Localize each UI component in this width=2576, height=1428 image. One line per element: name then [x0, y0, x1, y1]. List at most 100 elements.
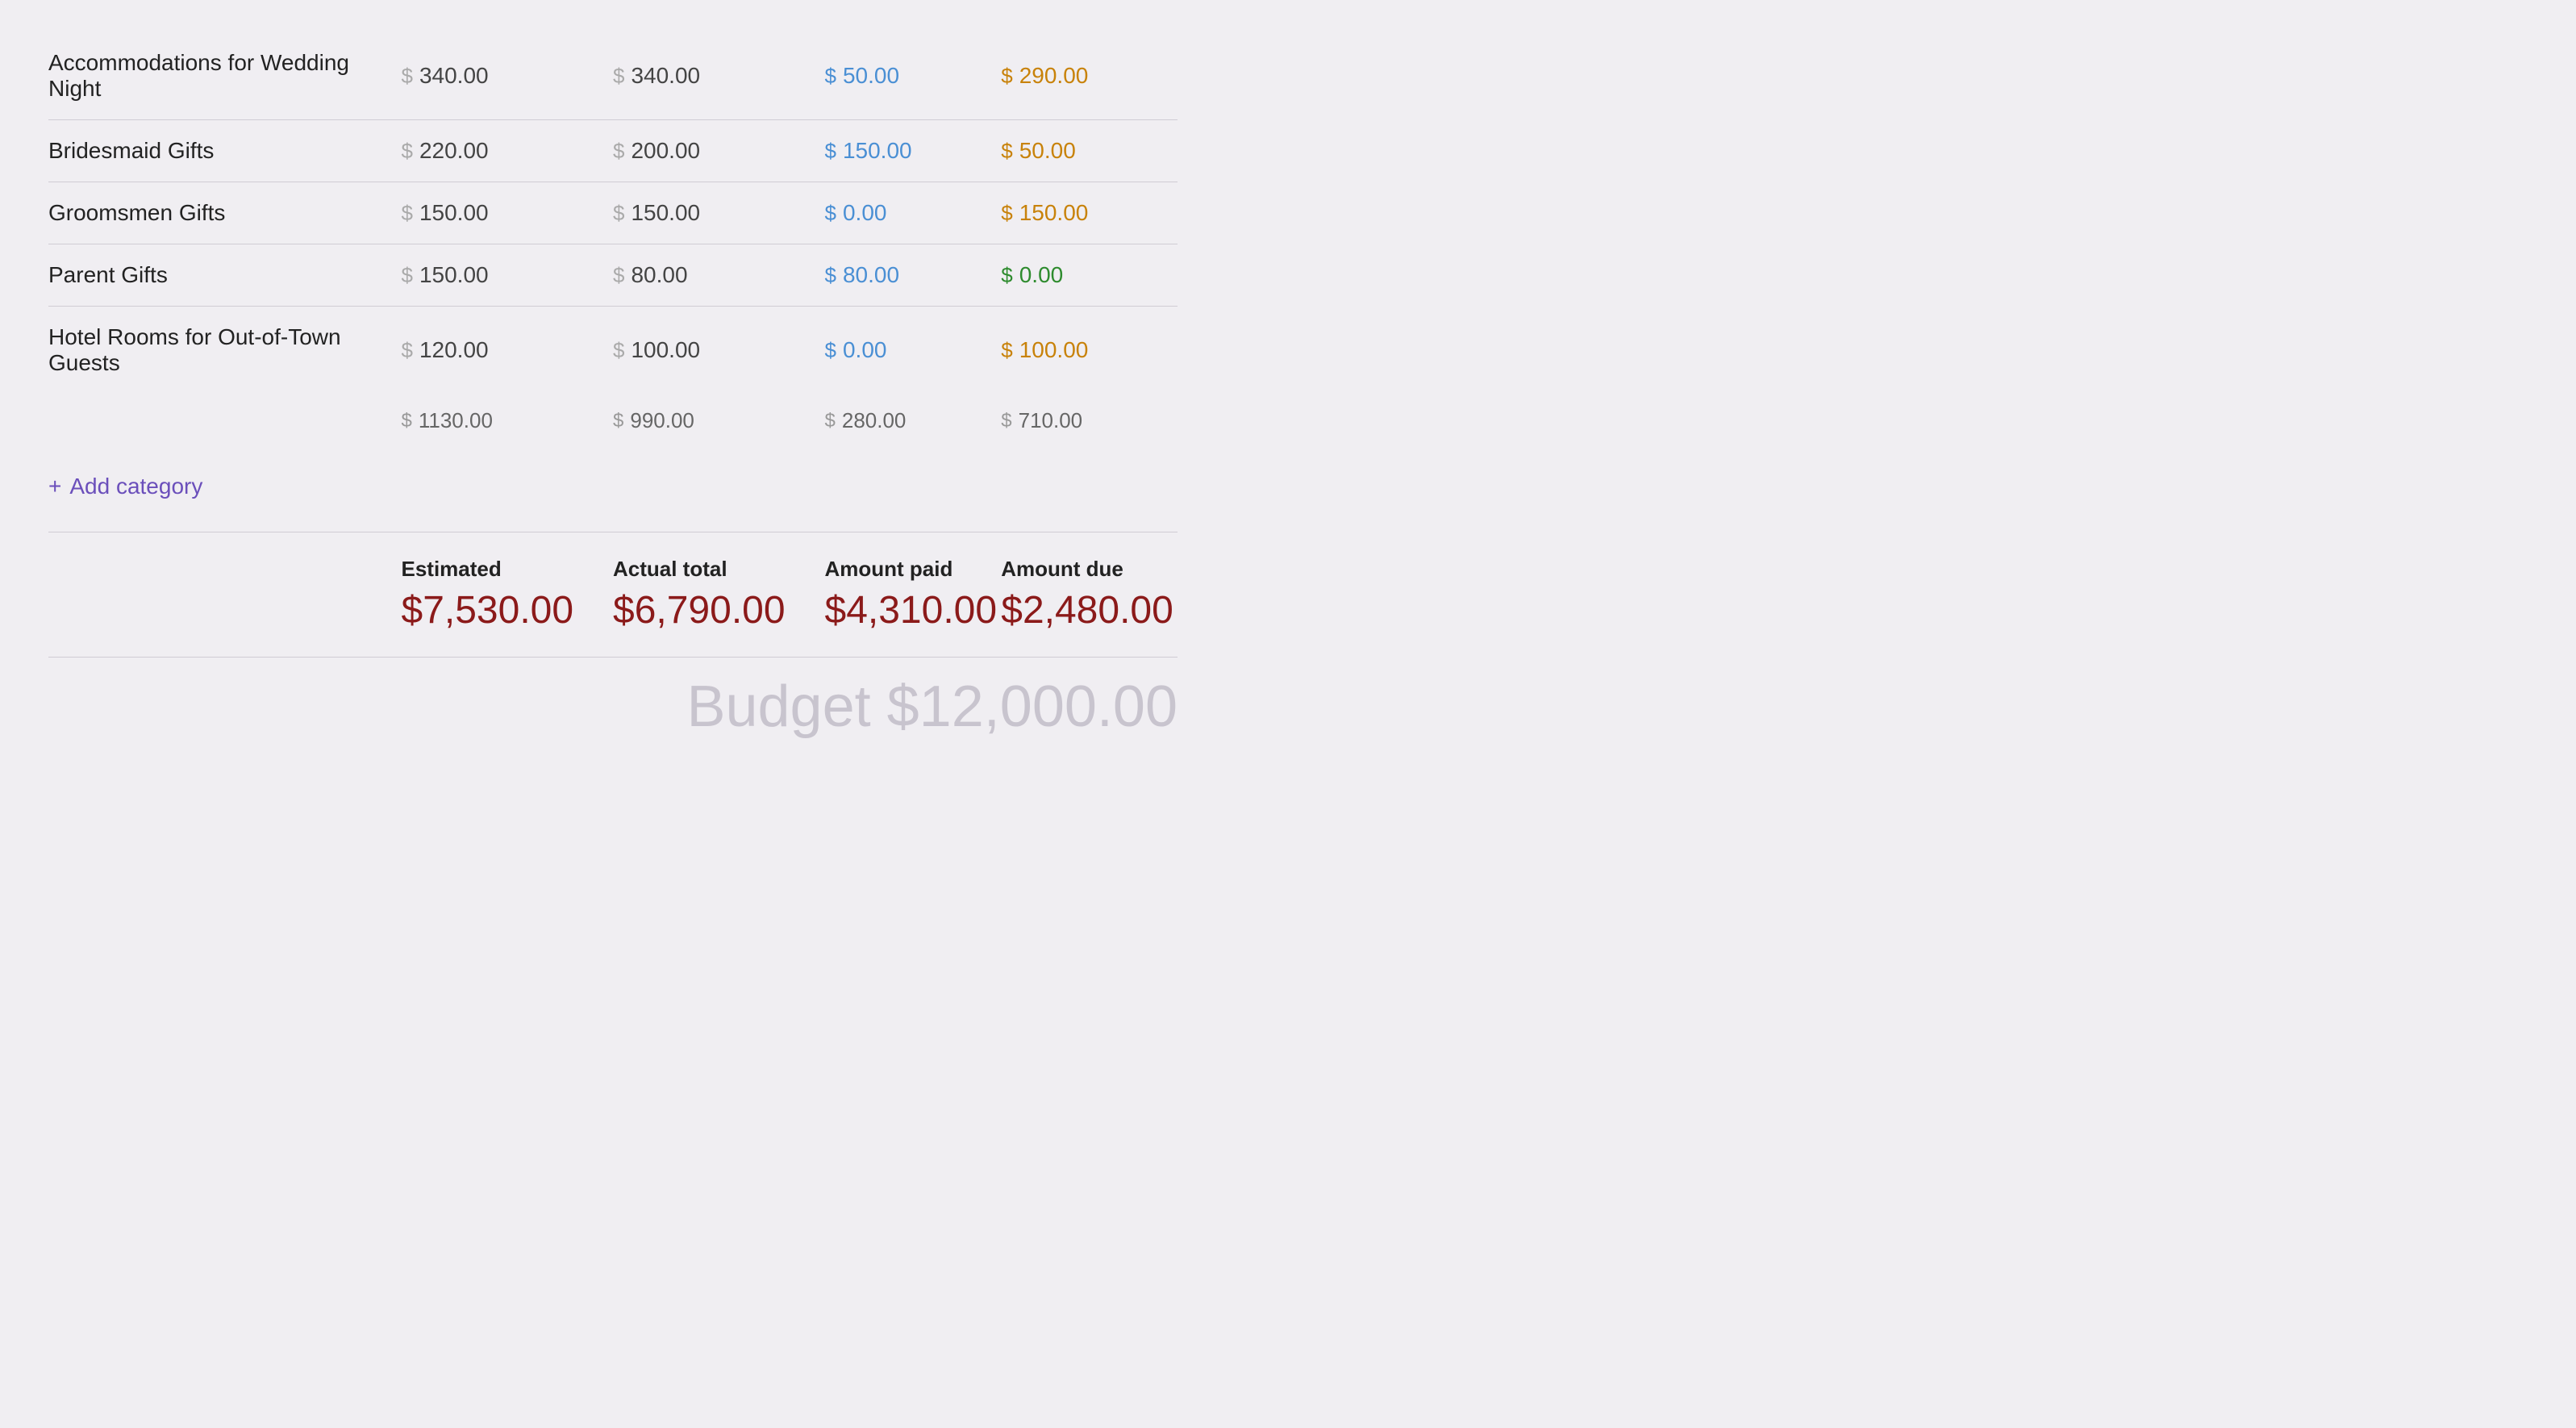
totals-row: $ 1130.00 $ 990.00 $ 280.00 $ 710.00	[48, 394, 1178, 457]
table-row: Parent Gifts $ 150.00 $ 80.00 $ 80.00 $ …	[48, 244, 1178, 307]
due-amount: 100.00	[1019, 337, 1089, 363]
paid-cell: $ 50.00	[825, 63, 1002, 89]
dollar-sign-icon: $	[613, 410, 623, 432]
summary-section: Estimated $7,530.00 Actual total $6,790.…	[48, 532, 1178, 633]
paid-cell: $ 0.00	[825, 200, 1002, 226]
table-row: Groomsmen Gifts $ 150.00 $ 150.00 $ 0.00…	[48, 182, 1178, 244]
estimated-cell: $ 220.00	[402, 138, 614, 164]
dollar-sign-icon: $	[825, 263, 836, 288]
dollar-sign-icon: $	[1001, 410, 1011, 432]
dollar-sign-icon: $	[402, 201, 413, 226]
summary-estimated: Estimated $7,530.00	[402, 557, 614, 633]
due-amount: 0.00	[1019, 262, 1064, 288]
add-category-row: + Add category	[48, 457, 1178, 532]
due-cell: $ 100.00	[1001, 337, 1178, 363]
due-amount: 150.00	[1019, 200, 1089, 226]
actual-amount: 100.00	[631, 337, 700, 363]
actual-label: Actual total	[613, 557, 825, 582]
dollar-sign-icon: $	[402, 410, 412, 432]
due-cell: $ 50.00	[1001, 138, 1178, 164]
paid-label: Amount paid	[825, 557, 1002, 582]
actual-cell: $ 80.00	[613, 262, 825, 288]
estimated-cell: $ 150.00	[402, 200, 614, 226]
dollar-sign-icon: $	[825, 338, 836, 363]
paid-value: $4,310.00	[825, 588, 1002, 633]
due-cell: $ 150.00	[1001, 200, 1178, 226]
due-value: $2,480.00	[1001, 588, 1178, 633]
table-row: Accommodations for Wedding Night $ 340.0…	[48, 32, 1178, 120]
actual-value: $6,790.00	[613, 588, 825, 633]
plus-icon: +	[48, 474, 61, 499]
dollar-sign-icon: $	[613, 64, 624, 89]
dollar-sign-icon: $	[1001, 338, 1012, 363]
dollar-sign-icon: $	[402, 263, 413, 288]
dollar-sign-icon: $	[613, 263, 624, 288]
actual-cell: $ 150.00	[613, 200, 825, 226]
paid-cell: $ 150.00	[825, 138, 1002, 164]
due-cell: $ 290.00	[1001, 63, 1178, 89]
estimated-label: Estimated	[402, 557, 614, 582]
actual-amount: 150.00	[631, 200, 700, 226]
table-row: Bridesmaid Gifts $ 220.00 $ 200.00 $ 150…	[48, 120, 1178, 182]
total-estimated-value: 1130.00	[419, 408, 493, 433]
total-paid-value: 280.00	[842, 408, 907, 433]
category-name: Hotel Rooms for Out-of-Town Guests	[48, 324, 402, 376]
dollar-sign-icon: $	[402, 64, 413, 89]
dollar-sign-icon: $	[613, 201, 624, 226]
category-name: Groomsmen Gifts	[48, 200, 402, 226]
actual-cell: $ 200.00	[613, 138, 825, 164]
estimated-amount: 150.00	[419, 200, 489, 226]
total-due-value: 710.00	[1019, 408, 1083, 433]
total-actual-value: 990.00	[630, 408, 694, 433]
paid-cell: $ 0.00	[825, 337, 1002, 363]
due-label: Amount due	[1001, 557, 1178, 582]
dollar-sign-icon: $	[613, 139, 624, 164]
due-amount: 50.00	[1019, 138, 1076, 164]
paid-amount: 50.00	[843, 63, 899, 89]
dollar-sign-icon: $	[825, 410, 836, 432]
paid-amount: 0.00	[843, 200, 887, 226]
actual-cell: $ 340.00	[613, 63, 825, 89]
dollar-sign-icon: $	[1001, 64, 1012, 89]
budget-total-label: Budget $12,000.00	[686, 674, 1178, 739]
estimated-amount: 120.00	[419, 337, 489, 363]
actual-amount: 80.00	[631, 262, 687, 288]
table-row: Hotel Rooms for Out-of-Town Guests $ 120…	[48, 307, 1178, 394]
dollar-sign-icon: $	[402, 338, 413, 363]
estimated-cell: $ 150.00	[402, 262, 614, 288]
dollar-sign-icon: $	[402, 139, 413, 164]
summary-paid: Amount paid $4,310.00	[825, 557, 1002, 633]
total-actual-cell: $ 990.00	[613, 408, 825, 433]
dollar-sign-icon: $	[613, 338, 624, 363]
actual-amount: 200.00	[631, 138, 700, 164]
category-name: Accommodations for Wedding Night	[48, 50, 402, 102]
budget-table: Accommodations for Wedding Night $ 340.0…	[48, 32, 1178, 740]
dollar-sign-icon: $	[1001, 263, 1012, 288]
total-due-cell: $ 710.00	[1001, 408, 1178, 433]
total-estimated-cell: $ 1130.00	[402, 408, 614, 433]
budget-footer: Budget $12,000.00	[48, 657, 1178, 740]
paid-cell: $ 80.00	[825, 262, 1002, 288]
due-cell: $ 0.00	[1001, 262, 1178, 288]
summary-due: Amount due $2,480.00	[1001, 557, 1178, 633]
estimated-amount: 340.00	[419, 63, 489, 89]
dollar-sign-icon: $	[1001, 201, 1012, 226]
actual-amount: 340.00	[631, 63, 700, 89]
total-paid-cell: $ 280.00	[825, 408, 1002, 433]
category-name: Bridesmaid Gifts	[48, 138, 402, 164]
actual-cell: $ 100.00	[613, 337, 825, 363]
paid-amount: 0.00	[843, 337, 887, 363]
dollar-sign-icon: $	[825, 64, 836, 89]
due-amount: 290.00	[1019, 63, 1089, 89]
summary-actual: Actual total $6,790.00	[613, 557, 825, 633]
estimated-amount: 220.00	[419, 138, 489, 164]
estimated-value: $7,530.00	[402, 588, 614, 633]
paid-amount: 150.00	[843, 138, 912, 164]
add-category-button[interactable]: + Add category	[48, 474, 202, 499]
estimated-cell: $ 120.00	[402, 337, 614, 363]
dollar-sign-icon: $	[825, 139, 836, 164]
estimated-cell: $ 340.00	[402, 63, 614, 89]
paid-amount: 80.00	[843, 262, 899, 288]
category-name: Parent Gifts	[48, 262, 402, 288]
add-category-label: Add category	[69, 474, 202, 499]
